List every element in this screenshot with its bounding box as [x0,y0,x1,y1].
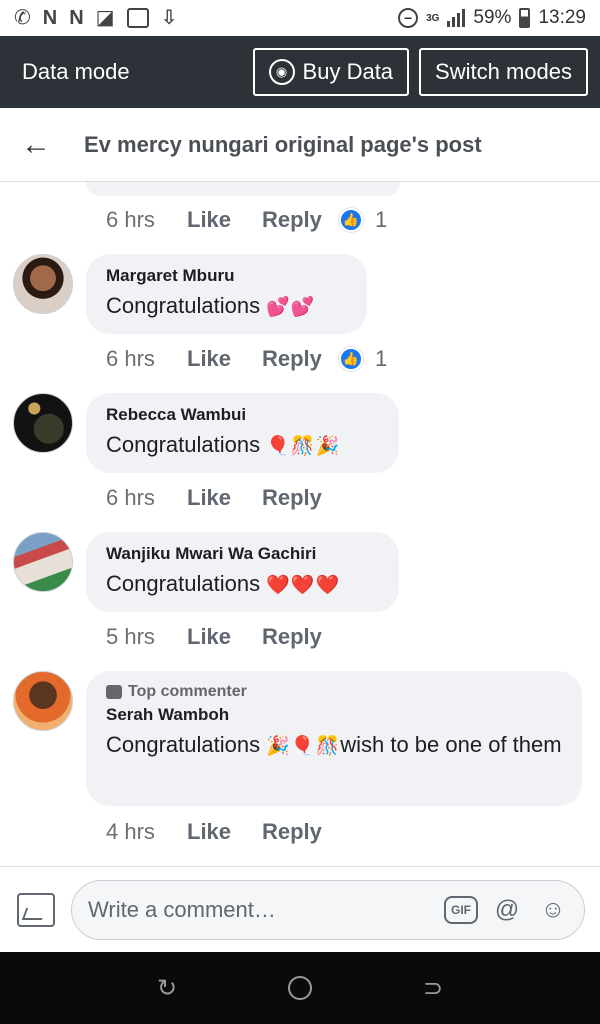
reply-button[interactable]: Reply [262,346,339,372]
comment-author[interactable]: Rebecca Wambui [106,405,379,425]
comment-text: Congratulations [106,732,261,757]
page-title: Ev mercy nungari original page's post [84,131,482,157]
reply-button[interactable]: Reply [262,485,339,511]
whatsapp-icon: ✆ [14,7,31,29]
back-arrow-icon[interactable]: ← [0,128,72,162]
comment-bubble[interactable]: Rebecca Wambui Congratulations 🎈🎊🎉 [86,393,399,473]
switch-modes-label: Switch modes [435,59,572,84]
buy-data-label: Buy Data [302,59,394,84]
like-button[interactable]: Like [187,207,262,233]
buy-data-button[interactable]: ◉ Buy Data [252,48,410,96]
comment-input[interactable] [88,896,432,923]
like-button[interactable]: Like [187,485,262,511]
gif-icon[interactable]: GIF [444,895,478,924]
photo-icon[interactable] [17,892,55,927]
comment-input-container[interactable]: GIF @ ☺ [71,879,585,940]
comment-author[interactable]: Wanjiku Mwari Wa Gachiri [106,544,379,564]
reaction-count: 1 [375,346,388,371]
comment-time: 6 hrs [106,207,155,232]
comment-text: Congratulations [106,432,261,457]
recents-icon[interactable]: ↻ [154,975,180,1002]
avatar[interactable] [13,393,73,453]
comment-author[interactable]: Margaret Mburu [106,266,347,286]
comment-time: 6 hrs [106,346,155,371]
data-mode-label: Data mode [22,59,130,84]
previous-comment-bubble [86,182,400,196]
emoji-icon[interactable]: ☺ [536,893,570,927]
data-saver-icon: − [398,8,419,28]
avatar[interactable] [13,254,73,314]
comment-text: Congratulations [106,571,261,596]
avatar[interactable] [13,671,73,731]
notification-n-icon: N [69,7,84,29]
comment-actions: 5 hrs Like Reply [106,622,339,652]
comment-bubble[interactable]: Wanjiku Mwari Wa Gachiri Congratulations… [86,532,399,612]
comment-actions: 6 hrs Like Reply 👍 1 [106,344,387,374]
comment-time: 4 hrs [106,819,155,844]
comment-text: Congratulations [106,293,261,318]
hearts-emoji: 💕💕 [266,297,316,318]
download-icon: ⇩ [160,7,178,29]
like-button[interactable]: Like [187,346,262,372]
reply-button[interactable]: Reply [262,624,339,650]
home-icon[interactable] [288,976,312,1000]
party-emoji: 🎉🎈🎊 [266,736,341,757]
switch-modes-button[interactable]: Switch modes [419,48,588,96]
battery-percent: 59% [473,7,512,28]
page-header: ← Ev mercy nungari original page's post [0,108,600,182]
thumbs-up-icon[interactable]: 👍 [339,347,363,371]
hearts-emoji: ❤️❤️❤️ [266,575,341,596]
comment-composer: GIF @ ☺ [0,866,600,952]
comment-author[interactable]: Serah Wamboh [106,705,562,725]
comment-bubble[interactable]: Margaret Mburu Congratulations 💕💕 [86,254,367,334]
reaction-count: 1 [375,207,388,232]
network-type: 3G [426,12,440,24]
reply-button[interactable]: Reply [262,819,339,845]
comment-text-continued: wish to be one of them [340,732,562,757]
system-nav-bar: ↻ ⊃ [0,952,600,1024]
comment-time: 6 hrs [106,485,155,510]
like-button[interactable]: Like [187,819,262,845]
mention-icon[interactable]: @ [490,893,524,927]
top-commenter-icon [106,685,122,699]
broadcast-icon: ◉ [268,59,295,85]
previous-comment-actions: 6 hrs Like Reply 👍 1 [106,205,387,235]
comment-bubble[interactable]: Top commenter Serah Wamboh Congratulatio… [86,671,582,806]
avatar[interactable] [13,532,73,592]
top-commenter-badge: Top commenter [106,683,562,701]
comment-actions: 6 hrs Like Reply [106,483,339,513]
comment-time: 5 hrs [106,624,155,649]
signal-icon [447,9,466,27]
badge-label: Top commenter [128,683,247,700]
comment-actions: 4 hrs Like Reply [106,817,339,847]
back-icon[interactable]: ⊃ [420,975,446,1002]
tag-icon: ◪ [95,7,115,29]
notification-n-icon: N [42,7,58,29]
image-icon [126,8,149,28]
like-button[interactable]: Like [187,624,262,650]
thumbs-up-icon[interactable]: 👍 [339,208,363,232]
party-emoji: 🎈🎊🎉 [266,436,341,457]
reply-button[interactable]: Reply [262,207,339,233]
status-bar: ✆ N N ◪ ⇩ − 3G 59% 13:29 [0,0,600,36]
comment-feed[interactable]: 6 hrs Like Reply 👍 1 Margaret Mburu Cong… [0,182,600,866]
clock: 13:29 [538,7,586,28]
battery-icon [519,8,531,28]
data-mode-bar: Data mode ◉ Buy Data Switch modes [0,36,600,108]
